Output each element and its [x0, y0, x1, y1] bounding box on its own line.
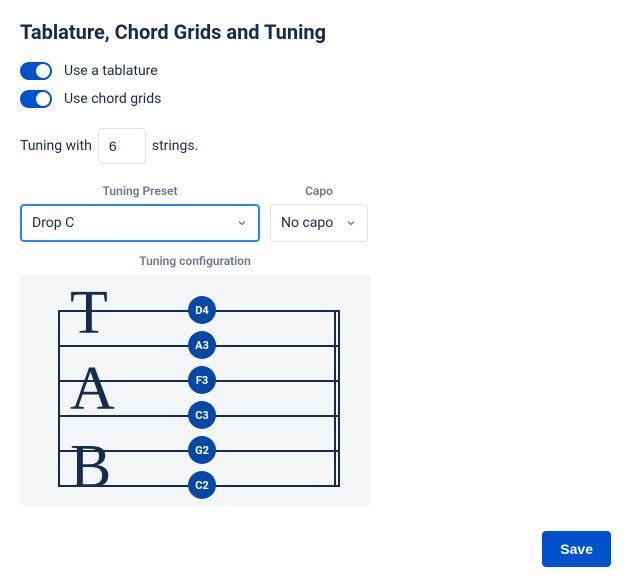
- string-note-3[interactable]: F3: [188, 366, 216, 394]
- preset-value: Drop C: [32, 215, 74, 231]
- chord-grids-toggle[interactable]: [20, 90, 52, 108]
- string-note-1[interactable]: D4: [188, 296, 216, 324]
- string-note-5[interactable]: G2: [188, 436, 216, 464]
- tablature-toggle[interactable]: [20, 62, 52, 80]
- strings-input[interactable]: [98, 128, 146, 164]
- tuning-suffix: strings.: [152, 138, 198, 154]
- page-title: Tablature, Chord Grids and Tuning: [20, 20, 611, 44]
- config-section-label: Tuning configuration: [20, 254, 370, 268]
- tab-letter-b: B: [70, 436, 111, 498]
- tablature-toggle-label: Use a tablature: [64, 63, 158, 79]
- capo-value: No capo: [281, 215, 333, 231]
- chevron-down-icon: [345, 217, 357, 229]
- tab-letter-a: A: [70, 358, 115, 420]
- capo-select[interactable]: No capo: [270, 204, 368, 242]
- string-note-2[interactable]: A3: [188, 331, 216, 359]
- tab-letter-t: T: [70, 282, 108, 344]
- tuning-preset-select[interactable]: Drop C: [20, 204, 260, 242]
- capo-label: Capo: [270, 184, 368, 198]
- string-note-6[interactable]: C2: [188, 471, 216, 499]
- save-button[interactable]: Save: [542, 531, 611, 567]
- chord-grids-toggle-label: Use chord grids: [64, 91, 161, 107]
- preset-label: Tuning Preset: [20, 184, 260, 198]
- tuning-prefix: Tuning with: [20, 138, 92, 154]
- tuning-config-panel: T A B D4 A3 F3 C3 G2 C2: [20, 274, 370, 506]
- string-note-4[interactable]: C3: [188, 401, 216, 429]
- chevron-down-icon: [236, 217, 248, 229]
